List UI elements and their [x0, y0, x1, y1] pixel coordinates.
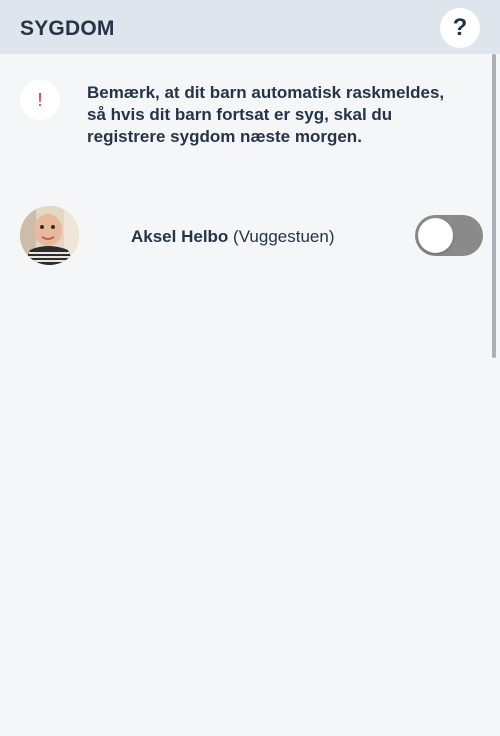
child-name: Aksel Helbo (Vuggestuen) — [131, 227, 334, 247]
help-button[interactable]: ? — [440, 8, 480, 48]
avatar — [20, 206, 79, 265]
header-bar: SYGDOM ? — [0, 0, 500, 54]
child-group: (Vuggestuen) — [233, 227, 335, 246]
child-photo — [20, 206, 79, 265]
question-mark-icon: ? — [452, 14, 468, 41]
exclamation-glyph: ! — [37, 90, 43, 110]
toggle-knob — [418, 218, 453, 253]
child-full-name: Aksel Helbo — [131, 227, 229, 246]
scrollbar[interactable] — [492, 54, 496, 358]
sick-toggle[interactable] — [415, 215, 483, 256]
child-row: Aksel Helbo (Vuggestuen) — [20, 206, 484, 266]
exclamation-icon: ! — [20, 80, 60, 120]
page-title: SYGDOM — [20, 17, 115, 40]
notice-text: Bemærk, at dit barn automatisk raskmelde… — [87, 83, 445, 146]
sickness-screen: SYGDOM ? ! Bemærk, at dit barn automatis… — [0, 0, 500, 736]
